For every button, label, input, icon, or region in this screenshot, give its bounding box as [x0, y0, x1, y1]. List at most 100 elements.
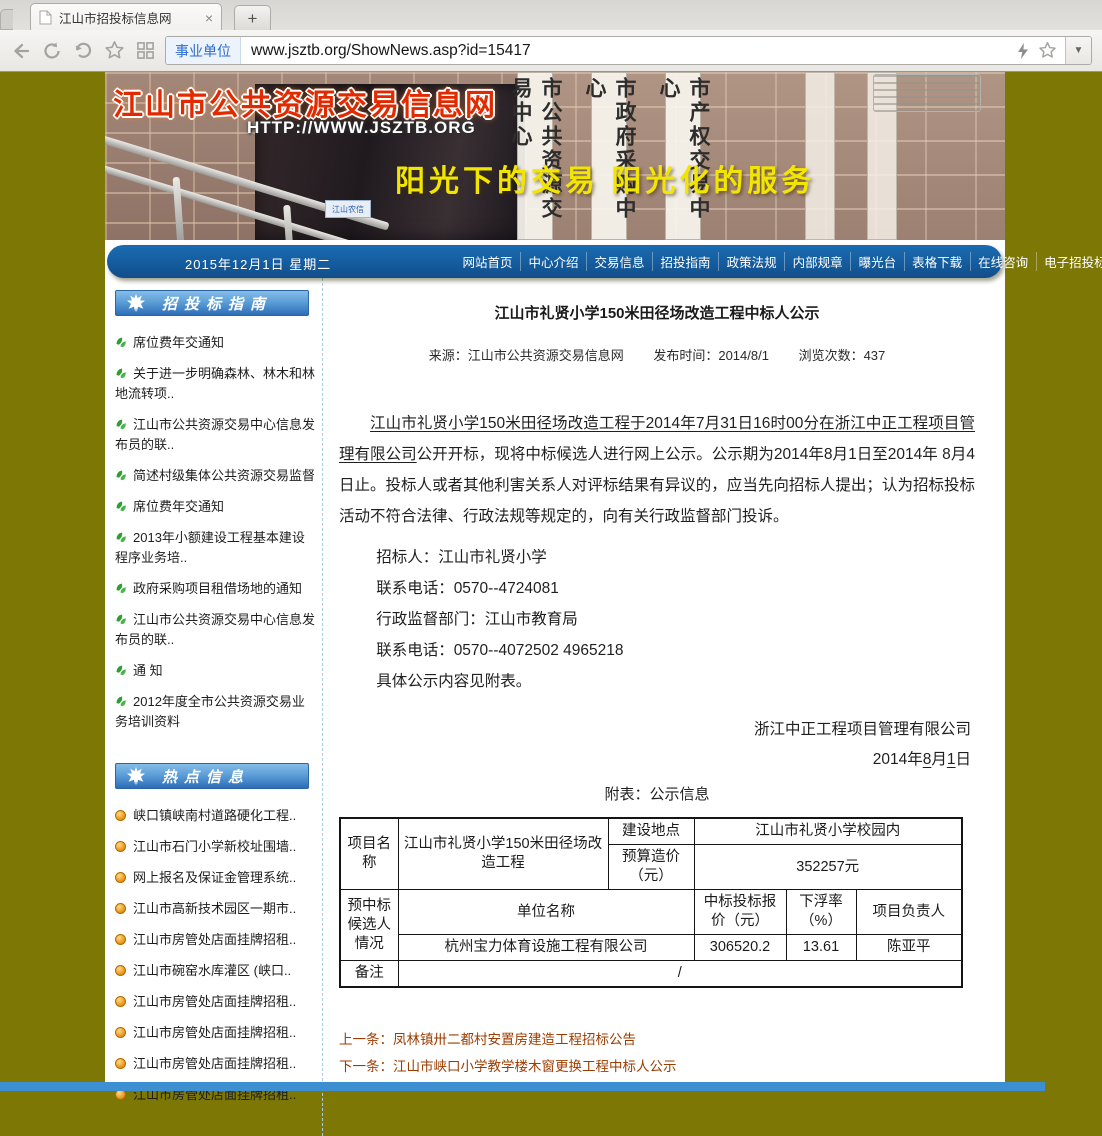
guide-list-item[interactable]: 简述村级集体公共资源交易监督 — [115, 466, 317, 486]
reload-icon[interactable] — [41, 40, 63, 62]
green-leaf-bullet-icon — [115, 469, 127, 481]
hot-list-item[interactable]: 江山市房管处店面挂牌招租.. — [115, 992, 317, 1012]
green-leaf-bullet-icon — [115, 613, 127, 625]
cell-remark-value: / — [398, 961, 962, 988]
hot-list-item[interactable]: 江山市高新技术园区一期市.. — [115, 899, 317, 919]
address-bar[interactable]: 事业单位 www.jsztb.org/ShowNews.asp?id=15417… — [165, 36, 1092, 65]
article-paragraph: 江山市礼贤小学150米田径场改造工程于2014年7月31日16时00分在浙江中正… — [339, 408, 975, 532]
site-slogan: 阳光下的交易 阳光化的服务 — [395, 156, 815, 200]
sidebar-header-guide: 招投标指南 — [115, 290, 309, 316]
air-conditioner — [873, 74, 981, 112]
footer-bar — [0, 1082, 1045, 1091]
contact-info-line: 行政监督部门：江山市教育局 — [339, 604, 975, 635]
cell-rate-value: 13.61 — [786, 935, 856, 961]
nav-menu-item[interactable]: 内部规章 — [784, 252, 850, 271]
guide-list-item[interactable]: 关于进一步明确森林、林木和林地流转项.. — [115, 364, 317, 404]
orange-ball-bullet-icon — [115, 1058, 126, 1069]
orange-ball-bullet-icon — [115, 841, 126, 852]
nav-menu-item[interactable]: 招投指南 — [652, 252, 718, 271]
article: 江山市礼贤小学150米田径场改造工程中标人公示 来源：江山市公共资源交易信息网 … — [323, 278, 1005, 1136]
tab-strip: 江山市招投标信息网 × + — [0, 0, 1102, 30]
bookmark-star-icon[interactable] — [103, 40, 125, 62]
guide-list-item[interactable]: 政府采购项目租借场地的通知 — [115, 579, 317, 599]
cell-bid-label: 中标投标报价（元） — [694, 890, 786, 935]
maple-leaf-icon — [126, 294, 146, 312]
hot-list-item[interactable]: 江山市房管处店面挂牌招租.. — [115, 930, 317, 950]
guide-list-item[interactable]: 席位费年交通知 — [115, 333, 317, 353]
nav-menu-item[interactable]: 在线咨询 — [970, 252, 1036, 271]
nav-menu-item[interactable]: 交易信息 — [586, 252, 652, 271]
nav-menu-item[interactable]: 政策法规 — [718, 252, 784, 271]
site-banner: 市公共资源交易中心市政府采购中心市产权交易中心 江山农信 江山市公共资源交易信息… — [105, 72, 1005, 240]
meta-source: 来源：江山市公共资源交易信息网 — [429, 348, 624, 363]
hot-list-item[interactable]: 江山市房管处店面挂牌招租.. — [115, 1054, 317, 1074]
sidebar-guide-title: 招投标指南 — [162, 293, 272, 314]
maple-leaf-icon — [126, 767, 146, 785]
hot-list-item[interactable]: 江山市房管处店面挂牌招租.. — [115, 1023, 317, 1043]
hot-list: 峡口镇峡南村道路硬化工程.. 江山市石门小学新校址围墙.. 网上报名及保证金管理… — [111, 793, 322, 1105]
guide-list-item[interactable]: 江山市公共资源交易中心信息发布员的联.. — [115, 415, 317, 455]
cell-budget-label: 预算造价（元） — [608, 845, 694, 890]
nav-menu-item[interactable]: 中心介绍 — [520, 252, 586, 271]
apps-grid-icon[interactable] — [134, 40, 156, 62]
prev-article-link[interactable]: 上一条：凤林镇卅二都村安置房建造工程招标公告 — [339, 1026, 975, 1053]
guide-list-item[interactable]: 2012年度全市公共资源交易业务培训资料 — [115, 692, 317, 732]
tab-close-icon[interactable]: × — [205, 11, 213, 25]
url-dropdown-icon[interactable]: ▼ — [1065, 37, 1091, 64]
guide-list-item[interactable]: 江山市公共资源交易中心信息发布员的联.. — [115, 610, 317, 650]
guide-list-item[interactable]: 席位费年交通知 — [115, 497, 317, 517]
back-icon[interactable] — [10, 40, 32, 62]
sidebar-header-hot: 热点信息 — [115, 763, 309, 789]
green-leaf-bullet-icon — [115, 500, 127, 512]
browser-chrome: 江山市招投标信息网 × + 事业单位 www.jsztb.org/ShowNew… — [0, 0, 1102, 72]
nav-menu-item[interactable]: 电子招投标 — [1036, 252, 1102, 271]
contact-info-block: 招标人：江山市礼贤小学联系电话：0570--4724081行政监督部门：江山市教… — [339, 542, 975, 697]
browser-tab[interactable]: 江山市招投标信息网 × — [30, 3, 222, 31]
signature-company: 浙江中正工程项目管理有限公司 — [339, 715, 971, 745]
signature-date: 2014年8月1日 — [339, 745, 971, 775]
site-url: HTTP://WWW.JSZTB.ORG — [247, 118, 476, 138]
url-text[interactable]: www.jsztb.org/ShowNews.asp?id=15417 — [241, 42, 1008, 60]
guide-list-item[interactable]: 通 知 — [115, 661, 317, 681]
quick-action-lightning-icon[interactable] — [1016, 42, 1030, 60]
history-back-icon[interactable] — [72, 40, 94, 62]
orange-ball-bullet-icon — [115, 903, 126, 914]
attachment-label: 附表：公示信息 — [339, 783, 975, 804]
contact-info-line: 具体公示内容见附表。 — [339, 666, 975, 697]
sidebar: 招投标指南 席位费年交通知 关于进一步明确森林、林木和林地流转项.. 江山市公共… — [105, 278, 323, 1136]
guide-list: 席位费年交通知 关于进一步明确森林、林木和林地流转项.. 江山市公共资源交易中心… — [111, 320, 322, 732]
guide-list-item[interactable]: 2013年小额建设工程基本建设程序业务培.. — [115, 528, 317, 568]
hot-list-item[interactable]: 江山市石门小学新校址围墙.. — [115, 837, 317, 857]
hot-list-item[interactable]: 江山市碗窑水库灌区 (峡口.. — [115, 961, 317, 981]
favorite-star-icon[interactable] — [1038, 41, 1057, 60]
cell-unit-label: 单位名称 — [398, 890, 694, 935]
orange-ball-bullet-icon — [115, 996, 126, 1007]
hot-list-item[interactable]: 峡口镇峡南村道路硬化工程.. — [115, 806, 317, 826]
next-article-link[interactable]: 下一条：江山市峡口小学教学楼木窗更换工程中标人公示 — [339, 1053, 975, 1080]
nav-menu-item[interactable]: 曝光台 — [850, 252, 904, 271]
cell-project-name: 江山市礼贤小学150米田径场改造工程 — [398, 818, 608, 890]
cell-rate-label: 下浮率（%） — [786, 890, 856, 935]
green-leaf-bullet-icon — [115, 695, 127, 707]
nav-menu-item[interactable]: 表格下载 — [904, 252, 970, 271]
green-leaf-bullet-icon — [115, 336, 127, 348]
url-site-chip: 事业单位 — [166, 37, 241, 64]
cell-candidate-label: 预中标候选人情况 — [340, 890, 398, 961]
cell-manager-value: 陈亚平 — [856, 935, 962, 961]
new-tab-button[interactable]: + — [234, 5, 271, 31]
green-leaf-bullet-icon — [115, 418, 127, 430]
orange-ball-bullet-icon — [115, 872, 126, 883]
green-leaf-bullet-icon — [115, 664, 127, 676]
nav-menu-item[interactable]: 网站首页 — [455, 252, 520, 271]
hot-list-item[interactable]: 网上报名及保证金管理系统.. — [115, 868, 317, 888]
bid-result-table: 项目名称 江山市礼贤小学150米田径场改造工程 建设地点 江山市礼贤小学校园内 … — [339, 817, 963, 988]
meta-publish-time: 发布时间：2014/8/1 — [653, 348, 769, 363]
page-icon — [39, 10, 52, 25]
sidebar-hot-title: 热点信息 — [162, 766, 250, 787]
contact-info-line: 联系电话：0570--4724081 — [339, 573, 975, 604]
nav-menu: 网站首页中心介绍交易信息招投指南政策法规内部规章曝光台表格下载在线咨询电子招投标 — [455, 245, 1102, 278]
signature-block: 浙江中正工程项目管理有限公司 2014年8月1日 — [339, 715, 975, 775]
content-area: 招投标指南 席位费年交通知 关于进一步明确森林、林木和林地流转项.. 江山市公共… — [105, 278, 1005, 1136]
main-navbar: 2015年12月1日 星期二 网站首页中心介绍交易信息招投指南政策法规内部规章曝… — [107, 245, 1002, 278]
green-leaf-bullet-icon — [115, 531, 127, 543]
